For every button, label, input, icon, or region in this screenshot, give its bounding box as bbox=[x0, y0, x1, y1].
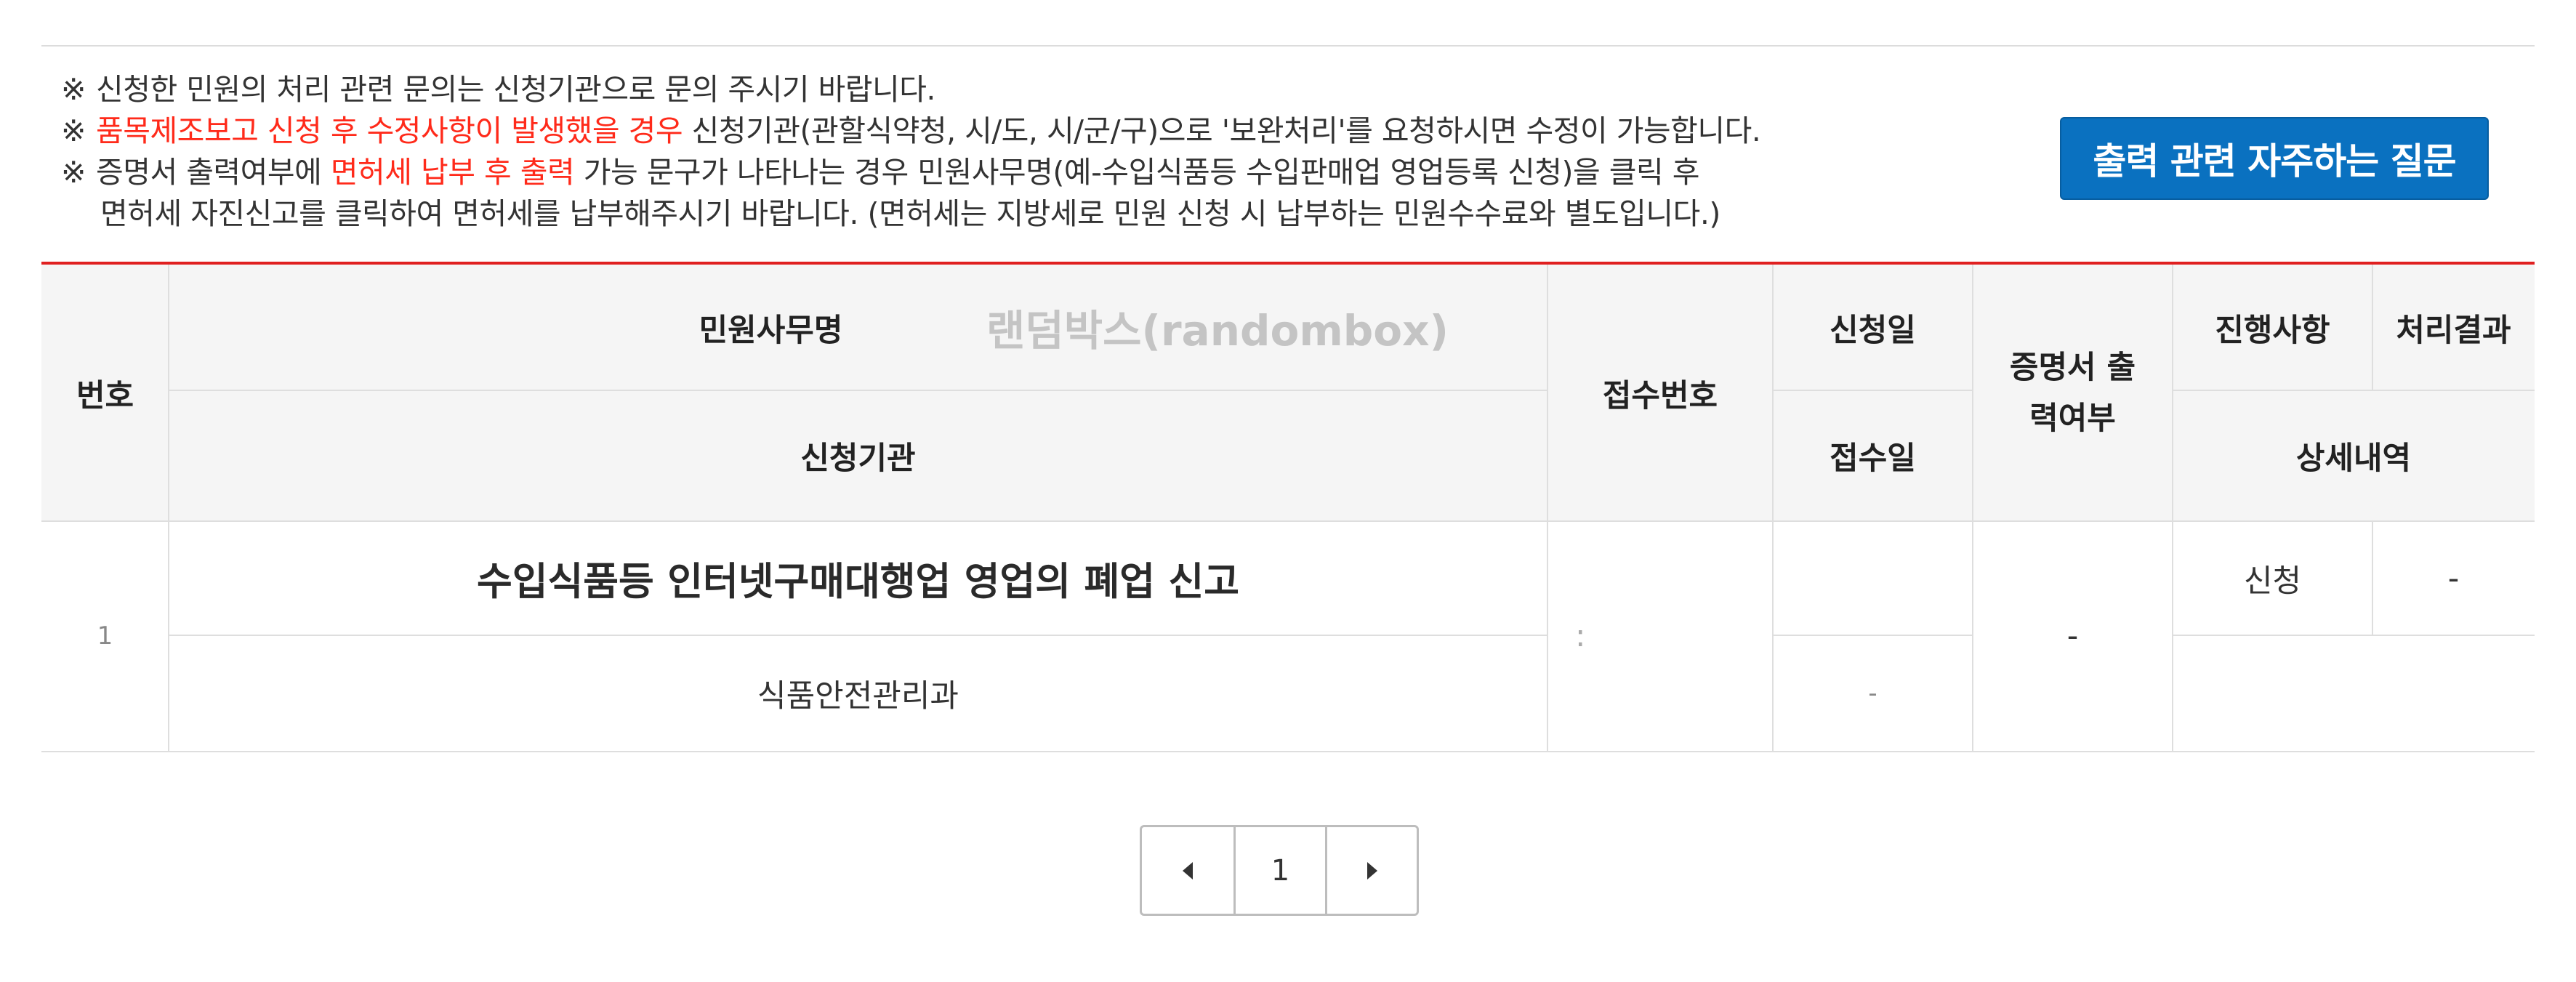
page-number-button[interactable]: 1 bbox=[1233, 827, 1325, 914]
next-page-button[interactable] bbox=[1325, 827, 1417, 914]
grid-line bbox=[169, 390, 1547, 391]
reference-mark: ※ bbox=[61, 72, 86, 107]
grid-line bbox=[168, 265, 169, 751]
notice-license-tax: ※ 증명서 출력여부에 면허세 납부 후 출력 가능 문구가 나타나는 경우 민원… bbox=[61, 152, 2082, 193]
notice-highlight: 면허세 납부 후 출력 bbox=[330, 155, 575, 190]
header-receipt-date: 접수일 bbox=[1773, 390, 1973, 521]
header-receipt-no: 접수번호 bbox=[1547, 265, 1773, 521]
grid-line bbox=[41, 751, 2535, 752]
header-status: 진행사항 bbox=[2173, 265, 2372, 390]
chevron-left-icon bbox=[1183, 861, 1193, 880]
print-faq-button[interactable]: 출력 관련 자주하는 질문 bbox=[2060, 117, 2489, 200]
grid-line bbox=[2372, 521, 2373, 635]
header-agency: 신청기관 bbox=[169, 390, 1547, 521]
watermark: 랜덤박스(randombox) bbox=[986, 306, 1449, 355]
grid-line bbox=[41, 520, 2535, 522]
reference-mark: ※ bbox=[61, 113, 86, 148]
header-result: 처리결과 bbox=[2372, 265, 2535, 390]
notice-license-tax-cont: 면허세 자진신고를 클릭하여 면허세를 납부해주시기 바랍니다. (면허세는 지… bbox=[61, 193, 2082, 235]
row-no: 1 bbox=[97, 621, 113, 651]
notice-text: 신청한 민원의 처리 관련 문의는 신청기관으로 문의 주시기 바랍니다. bbox=[96, 72, 935, 107]
top-divider bbox=[41, 45, 2535, 47]
row-status: 신청 bbox=[2243, 563, 2302, 600]
grid-line bbox=[2372, 265, 2373, 390]
chevron-right-icon bbox=[1367, 861, 1377, 880]
notice-list: ※ 신청한 민원의 처리 관련 문의는 신청기관으로 문의 주시기 바랍니다. ※… bbox=[61, 69, 2082, 235]
page-number: 1 bbox=[1271, 853, 1290, 888]
header-certificate: 증명서 출력여부 bbox=[1973, 265, 2173, 521]
row-agency: 식품안전관리과 bbox=[757, 677, 959, 715]
prev-page-button[interactable] bbox=[1142, 827, 1233, 914]
table-top-border bbox=[41, 262, 2535, 265]
header-apply-date: 신청일 bbox=[1773, 265, 1973, 390]
grid-line bbox=[1772, 265, 1774, 751]
grid-line bbox=[1773, 390, 1973, 391]
pagination: 1 bbox=[1140, 825, 1419, 916]
grid-line bbox=[1972, 265, 1973, 751]
grid-line bbox=[1547, 265, 1548, 751]
header-detail: 상세내역 bbox=[2173, 390, 2535, 521]
grid-line bbox=[1773, 635, 1973, 636]
row-receipt-no: : bbox=[1575, 618, 1586, 654]
row-detail bbox=[2173, 635, 2535, 751]
row-service-name-link[interactable]: 수입식품등 인터넷구매대행업 영업의 폐업 신고 bbox=[169, 521, 1547, 635]
row-result: - bbox=[2447, 560, 2460, 597]
header-no: 번호 bbox=[41, 265, 169, 521]
grid-line bbox=[2173, 390, 2535, 391]
notice-correction: ※ 품목제조보고 신청 후 수정사항이 발생했을 경우 신청기관(관할식약청, 시… bbox=[61, 110, 2082, 152]
notice-text: 신청기관(관할식약청, 시/도, 시/군/구)으로 '보완처리'를 요청하시면 … bbox=[683, 113, 1761, 148]
notice-text: 면허세 자진신고를 클릭하여 면허세를 납부해주시기 바랍니다. (면허세는 지… bbox=[100, 196, 1720, 231]
grid-line bbox=[2172, 265, 2173, 751]
notice-text: 가능 문구가 나타나는 경우 민원사무명(예-수입식품등 수입판매업 영업등록 … bbox=[574, 155, 1700, 190]
row-certificate: - bbox=[2066, 618, 2079, 654]
notice-text-pre: 증명서 출력여부에 bbox=[96, 155, 331, 190]
grid-line bbox=[169, 635, 1547, 636]
notice-inquiry: ※ 신청한 민원의 처리 관련 문의는 신청기관으로 문의 주시기 바랍니다. bbox=[61, 69, 2082, 110]
row-receipt-date: - bbox=[1868, 678, 1877, 708]
grid-line bbox=[2173, 635, 2535, 636]
notice-highlight: 품목제조보고 신청 후 수정사항이 발생했을 경우 bbox=[96, 113, 683, 148]
row-apply-date bbox=[1773, 521, 1973, 635]
reference-mark: ※ bbox=[61, 155, 86, 190]
